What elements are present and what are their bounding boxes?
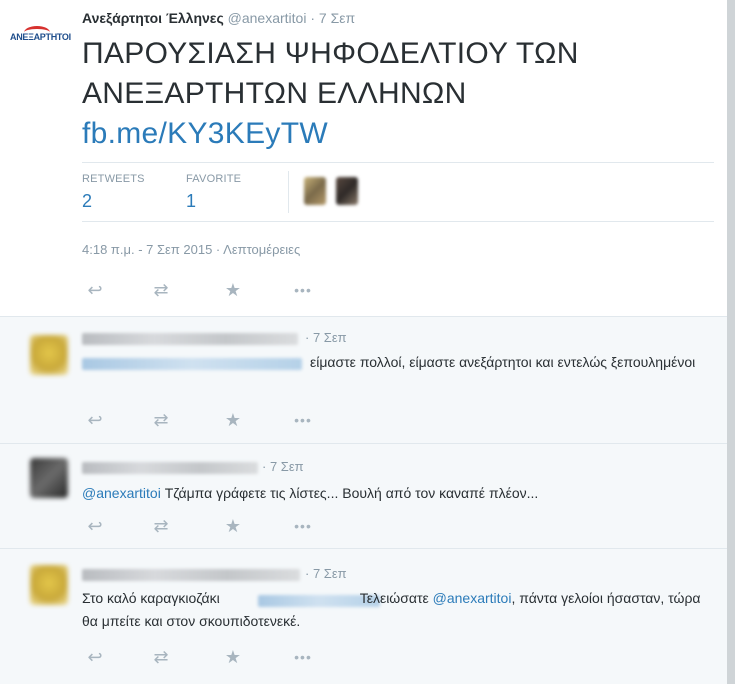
- reply-body-mid: Τελειώσατε: [359, 590, 433, 606]
- reply-body: είμαστε πολλοί, είμαστε ανεξάρτητοι και …: [310, 354, 696, 370]
- author-name[interactable]: Ανεξάρτητοι Έλληνες: [82, 10, 224, 26]
- tweet-stats: RETWEETS 2 FAVORITE 1: [82, 162, 714, 222]
- star-icon[interactable]: ★: [222, 410, 244, 430]
- favoriter-avatar[interactable]: [304, 177, 326, 205]
- retweet-icon[interactable]: ⇄: [150, 647, 172, 667]
- reply-time[interactable]: · 7 Σεπ: [305, 566, 347, 581]
- author-handle[interactable]: @anexartitoi: [228, 10, 307, 26]
- reply-actions: ↩ ⇄ ★ •••: [84, 647, 344, 667]
- reply-mention[interactable]: @anexartitoi: [82, 485, 161, 501]
- star-icon[interactable]: ★: [222, 280, 244, 300]
- reply-body: Τζάμπα γράφετε τις λίστες... Βουλή από τ…: [160, 485, 539, 501]
- more-icon[interactable]: •••: [292, 410, 314, 430]
- logo-text: ΑΝΕΞΑΡΤΗΤΟΙ: [10, 32, 71, 42]
- reply-icon[interactable]: ↩: [84, 280, 106, 300]
- avatar[interactable]: [30, 458, 68, 498]
- reply-time[interactable]: · 7 Σεπ: [305, 330, 347, 345]
- reply-body-start: Στο καλό καραγκιοζάκι: [82, 590, 220, 606]
- retweet-icon[interactable]: ⇄: [150, 280, 172, 300]
- tweet-header: Ανεξάρτητοι Έλληνες @anexartitoi · 7 Σεπ: [82, 10, 355, 26]
- reply-text: είμαστε πολλοί, είμαστε ανεξάρτητοι και …: [82, 351, 702, 374]
- profile-logo[interactable]: ΑΝΕΞΑΡΤΗΤΟΙ: [8, 20, 71, 68]
- tweet-timestamp[interactable]: 4:18 π.μ. - 7 Σεπ 2015 · Λεπτομέρειες: [82, 242, 300, 257]
- separator: ·: [310, 10, 315, 26]
- tweet-link[interactable]: fb.me/KY3KEyTW: [82, 117, 328, 150]
- reply-text: @anexartitoi Τζάμπα γράφετε τις λίστες..…: [82, 482, 702, 505]
- reply-actions: ↩ ⇄ ★ •••: [84, 410, 344, 430]
- star-icon[interactable]: ★: [222, 516, 244, 536]
- tweet-time[interactable]: 7 Σεπ: [319, 10, 355, 26]
- more-icon[interactable]: •••: [292, 516, 314, 536]
- redacted-author: [82, 569, 300, 581]
- redacted-author: [82, 333, 298, 345]
- favorite-stat[interactable]: FAVORITE 1: [186, 173, 241, 212]
- main-tweet: ΑΝΕΞΑΡΤΗΤΟΙ Ανεξάρτητοι Έλληνες @anexart…: [0, 0, 727, 317]
- retweet-icon[interactable]: ⇄: [150, 516, 172, 536]
- reply-mention[interactable]: @anexartitoi: [433, 590, 512, 606]
- stats-divider: [288, 171, 289, 213]
- reply-tweet: · 7 Σεπ Στο καλό καραγκιοζάκι Τελειώσατε …: [0, 549, 727, 684]
- favorite-count: 1: [186, 191, 197, 211]
- avatar[interactable]: [30, 565, 68, 605]
- reply-icon[interactable]: ↩: [84, 410, 106, 430]
- tweet-text: ΠΑΡΟΥΣΙΑΣΗ ΨΗΦΟΔΕΛΤΙΟΥ ΤΩΝ ΑΝΕΞΑΡΤΗΤΩΝ Ε…: [82, 34, 682, 154]
- redacted-author: [82, 462, 258, 474]
- window-edge: [727, 0, 735, 684]
- retweets-label: RETWEETS: [82, 173, 145, 185]
- star-icon[interactable]: ★: [222, 647, 244, 667]
- favorite-label: FAVORITE: [186, 173, 242, 185]
- retweet-icon[interactable]: ⇄: [150, 410, 172, 430]
- avatar[interactable]: [30, 335, 68, 375]
- reply-tweet: · 7 Σεπ @anexartitoi Τζάμπα γράφετε τις …: [0, 444, 727, 549]
- retweets-stat[interactable]: RETWEETS 2: [82, 173, 145, 212]
- reply-icon[interactable]: ↩: [84, 647, 106, 667]
- tweet-actions: ↩ ⇄ ★ •••: [84, 280, 344, 300]
- reply-actions: ↩ ⇄ ★ •••: [84, 516, 344, 536]
- reply-tweet: · 7 Σεπ είμαστε πολλοί, είμαστε ανεξάρτη…: [0, 317, 727, 444]
- tweet-body: ΠΑΡΟΥΣΙΑΣΗ ΨΗΦΟΔΕΛΤΙΟΥ ΤΩΝ ΑΝΕΞΑΡΤΗΤΩΝ Ε…: [82, 37, 579, 110]
- reply-icon[interactable]: ↩: [84, 516, 106, 536]
- more-icon[interactable]: •••: [292, 647, 314, 667]
- favoriter-avatar[interactable]: [336, 177, 358, 205]
- more-icon[interactable]: •••: [292, 280, 314, 300]
- reply-text: Στο καλό καραγκιοζάκι Τελειώσατε @anexart…: [82, 587, 702, 633]
- reply-time[interactable]: · 7 Σεπ: [262, 459, 304, 474]
- retweets-count: 2: [82, 191, 93, 211]
